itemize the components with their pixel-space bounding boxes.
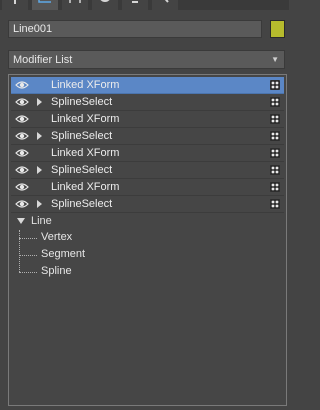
sub-object-vertex[interactable]: Vertex (41, 231, 72, 243)
modifier-row[interactable]: SplineSelect (11, 162, 284, 179)
eye-visibility-icon[interactable] (15, 165, 29, 178)
modifier-label: SplineSelect (51, 198, 113, 210)
modifier-row[interactable]: Linked XForm (11, 111, 284, 128)
expand-arrow-icon[interactable] (37, 132, 42, 140)
modifier-label: SplineSelect (51, 130, 113, 142)
vertex-colors-icon[interactable] (270, 97, 280, 110)
modifier-label: Linked XForm (51, 181, 120, 193)
tree-branch (19, 255, 37, 256)
modifier-label: Linked XForm (51, 147, 120, 159)
dropdown-arrow-icon: ▼ (271, 55, 279, 64)
utilities-tab[interactable] (152, 0, 178, 10)
sub-object-segment[interactable]: Segment (41, 248, 85, 260)
modifier-label: SplineSelect (51, 164, 113, 176)
modifier-list-dropdown[interactable]: Modifier List ▼ (8, 50, 285, 69)
hierarchy-icon (69, 0, 81, 3)
vertex-colors-icon[interactable] (270, 80, 280, 93)
modifier-row[interactable]: Linked XForm (11, 179, 284, 196)
expand-arrow-icon[interactable] (37, 166, 42, 174)
eye-visibility-icon[interactable] (15, 182, 29, 195)
tree-branch (19, 272, 37, 273)
motion-tab[interactable] (92, 0, 118, 10)
utilities-wrench-icon (164, 0, 169, 3)
modifier-row[interactable]: SplineSelect (11, 196, 284, 213)
display-icon (132, 1, 138, 3)
collapse-arrow-icon[interactable] (17, 218, 25, 224)
eye-visibility-icon[interactable] (15, 131, 29, 144)
motion-icon (100, 0, 110, 2)
object-name-input[interactable] (8, 20, 262, 38)
vertex-colors-icon[interactable] (270, 182, 280, 195)
modifier-label: Linked XForm (51, 113, 120, 125)
modifier-label: SplineSelect (51, 96, 113, 108)
eye-visibility-icon[interactable] (15, 148, 29, 161)
command-panel-tabs (0, 0, 289, 10)
modify-bend-icon (38, 0, 51, 3)
create-plus-icon (14, 0, 16, 4)
eye-visibility-icon[interactable] (15, 114, 29, 127)
eye-visibility-icon[interactable] (15, 97, 29, 110)
modifier-list-label: Modifier List (13, 54, 73, 66)
tree-branch (19, 238, 37, 239)
vertex-colors-icon[interactable] (270, 114, 280, 127)
modifier-row[interactable]: SplineSelect (11, 128, 284, 145)
vertex-colors-icon[interactable] (270, 148, 280, 161)
eye-visibility-icon[interactable] (15, 199, 29, 212)
tree-connector (19, 230, 20, 272)
display-tab[interactable] (122, 0, 148, 10)
vertex-colors-icon[interactable] (270, 165, 280, 178)
object-color-swatch[interactable] (270, 20, 285, 38)
create-tab[interactable] (2, 0, 28, 10)
expand-arrow-icon[interactable] (37, 200, 42, 208)
modifier-row[interactable]: SplineSelect (11, 94, 284, 111)
modifier-row[interactable]: Linked XForm (11, 77, 284, 94)
eye-visibility-icon[interactable] (15, 80, 29, 93)
modifier-row[interactable]: Linked XForm (11, 145, 284, 162)
vertex-colors-icon[interactable] (270, 131, 280, 144)
base-object-label: Line (31, 215, 52, 227)
row-separator (11, 212, 284, 213)
expand-arrow-icon[interactable] (37, 98, 42, 106)
vertex-colors-icon[interactable] (270, 199, 280, 212)
sub-object-spline[interactable]: Spline (41, 265, 72, 277)
modify-tab[interactable] (32, 0, 58, 10)
modifier-label: Linked XForm (51, 79, 120, 91)
hierarchy-tab[interactable] (62, 0, 88, 10)
modifier-stack[interactable]: Linked XForm SplineSelect Linked XForm Spli… (8, 74, 287, 406)
